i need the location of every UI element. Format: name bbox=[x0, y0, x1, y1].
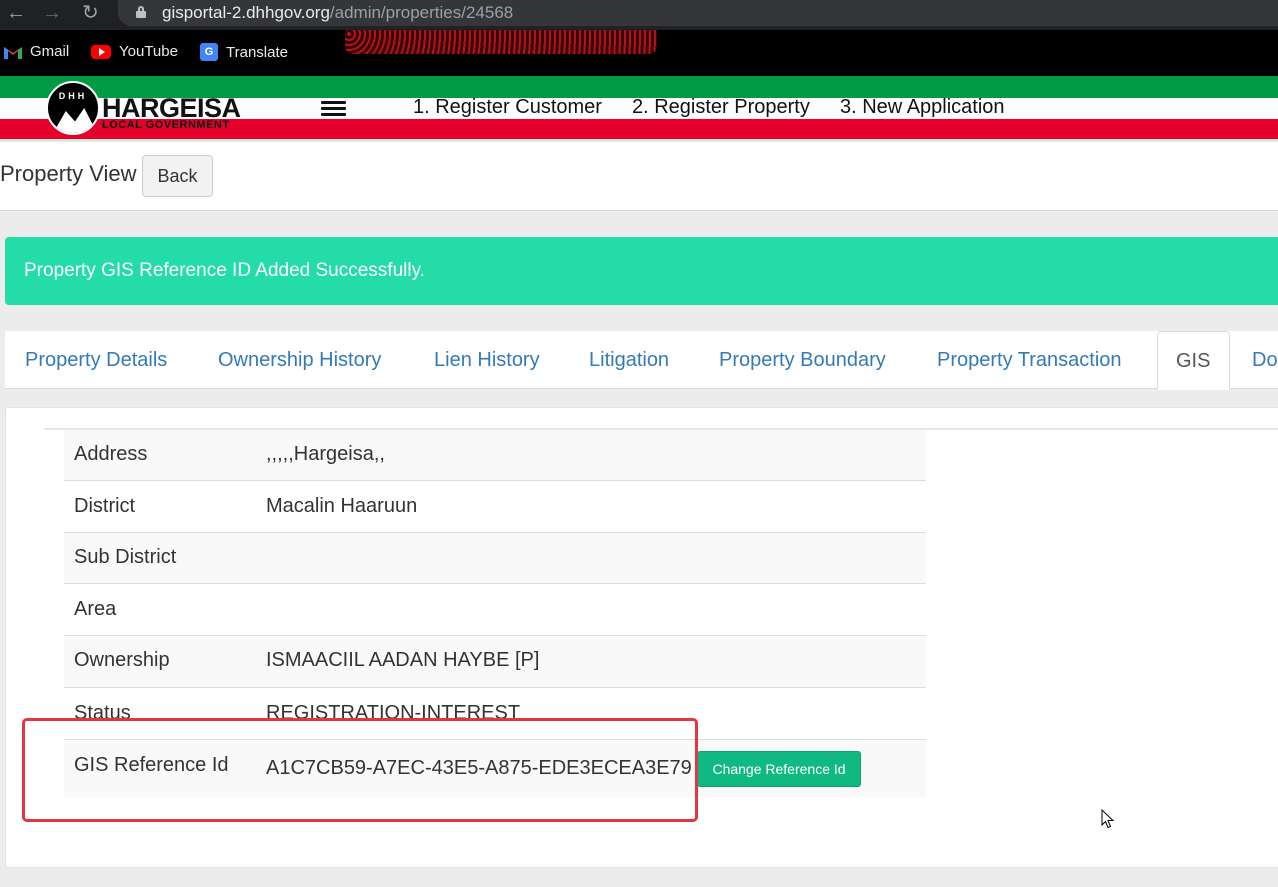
gmail-icon bbox=[4, 45, 22, 59]
url-text: gisportal-2.dhhgov.org/admin/properties/… bbox=[162, 3, 513, 23]
row-label: Area bbox=[74, 598, 117, 620]
bookmark-label: Translate bbox=[226, 43, 288, 61]
row-label: GIS Reference Id bbox=[74, 754, 229, 776]
table-row: Status REGISTRATION-INTEREST bbox=[64, 688, 926, 740]
tab-bar: Property Details Ownership History Lien … bbox=[5, 331, 1278, 390]
page-title-bar: Property View Back bbox=[0, 142, 1278, 211]
table-row: Area bbox=[64, 584, 926, 636]
row-label: Status bbox=[74, 702, 131, 724]
tab-property-boundary[interactable]: Property Boundary bbox=[719, 349, 886, 372]
forward-arrow-icon[interactable]: → bbox=[42, 3, 62, 23]
bookmark-label: YouTube bbox=[119, 43, 178, 60]
reload-icon[interactable]: ↻ bbox=[82, 3, 99, 23]
success-alert: Property GIS Reference ID Added Successf… bbox=[5, 237, 1278, 305]
back-button[interactable]: Back bbox=[142, 155, 213, 197]
change-reference-id-button[interactable]: Change Reference Id bbox=[697, 751, 861, 787]
menu-toggle-icon[interactable] bbox=[321, 101, 346, 117]
table-row: Address ,,,,,Hargeisa,, bbox=[64, 430, 926, 481]
browser-toolbar: ← → ↻ gisportal-2.dhhgov.org/admin/prope… bbox=[0, 0, 1278, 30]
row-label: Ownership bbox=[74, 649, 170, 671]
page-title: Property View bbox=[0, 161, 137, 186]
tab-gis-label: GIS bbox=[1176, 350, 1211, 372]
bookmarks-bar: Gmail YouTube G Translate bbox=[0, 30, 1278, 76]
row-label: Sub District bbox=[74, 546, 177, 568]
row-value: ISMAACIIL AADAN HAYBE [P] bbox=[266, 649, 540, 671]
youtube-icon bbox=[91, 44, 111, 59]
address-bar[interactable]: gisportal-2.dhhgov.org/admin/properties/… bbox=[118, 0, 1278, 26]
tab-documents[interactable]: Do bbox=[1252, 349, 1278, 372]
row-label: District bbox=[74, 495, 136, 517]
nav-register-customer[interactable]: 1. Register Customer bbox=[413, 96, 602, 119]
bookmark-label: Gmail bbox=[30, 43, 70, 60]
logo-letters: DHH bbox=[58, 91, 88, 101]
bookmark-translate[interactable]: G Translate bbox=[200, 43, 288, 61]
back-arrow-icon[interactable]: ← bbox=[6, 3, 26, 23]
nav-new-application[interactable]: 3. New Application bbox=[840, 96, 1005, 119]
row-value: ,,,,,Hargeisa,, bbox=[266, 443, 385, 465]
lock-icon bbox=[136, 6, 146, 18]
tab-property-transaction[interactable]: Property Transaction bbox=[937, 349, 1122, 372]
tab-ownership-history[interactable]: Ownership History bbox=[218, 349, 381, 372]
table-row: Sub District bbox=[64, 533, 926, 584]
table-row: Ownership ISMAACIIL AADAN HAYBE [P] bbox=[64, 636, 926, 688]
gis-reference-value: A1C7CB59-A7EC-43E5-A875-EDE3ECEA3E79 bbox=[266, 757, 692, 779]
tab-litigation[interactable]: Litigation bbox=[589, 349, 669, 372]
bookmark-gmail[interactable]: Gmail bbox=[4, 43, 69, 60]
row-value: Macalin Haaruun bbox=[266, 495, 418, 517]
mountain-icon bbox=[52, 108, 98, 133]
url-path: /admin/properties/24568 bbox=[329, 3, 514, 22]
logo-emblem[interactable]: DHH bbox=[46, 81, 100, 135]
row-value: REGISTRATION-INTEREST bbox=[266, 702, 521, 724]
translate-icon: G bbox=[200, 43, 218, 61]
alert-message: Property GIS Reference ID Added Successf… bbox=[24, 260, 425, 281]
tab-property-details[interactable]: Property Details bbox=[25, 349, 167, 372]
tab-lien-history[interactable]: Lien History bbox=[434, 349, 540, 372]
tab-gis[interactable]: GIS bbox=[1157, 331, 1230, 390]
table-row: District Macalin Haaruun bbox=[64, 481, 926, 533]
site-header: DHH HARGEISA LOCAL GOVERNMENT 1. Registe… bbox=[0, 76, 1278, 142]
site-banner-image bbox=[345, 30, 657, 54]
bookmark-youtube[interactable]: YouTube bbox=[91, 43, 178, 60]
row-label: Address bbox=[74, 443, 148, 465]
nav-register-property[interactable]: 2. Register Property bbox=[632, 96, 810, 119]
url-host: gisportal-2.dhhgov.org bbox=[162, 3, 330, 22]
logo-subtitle: LOCAL GOVERNMENT bbox=[102, 119, 230, 131]
mouse-cursor-icon bbox=[1101, 809, 1115, 829]
